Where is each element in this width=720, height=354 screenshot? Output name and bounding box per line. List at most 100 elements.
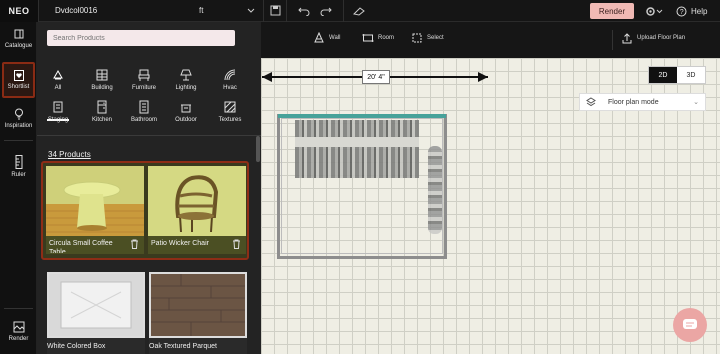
tool-label: Wall [329, 35, 341, 41]
category-all[interactable]: All [40, 68, 76, 98]
wall-icon [314, 32, 324, 43]
category-label: All [54, 85, 62, 91]
category-textures[interactable]: Textures [212, 100, 248, 130]
category-building[interactable]: Building [84, 68, 120, 98]
product-card[interactable]: Oak Textured Parquet [149, 272, 247, 354]
category-kitchen[interactable]: Kitchen [84, 100, 120, 130]
rail-item-inspiration[interactable]: Inspiration [0, 108, 37, 129]
white-box-thumbnail [47, 272, 145, 338]
product-name: White Colored Box [47, 343, 106, 350]
chat-button[interactable] [673, 308, 707, 342]
category-bathroom[interactable]: Bathroom [126, 100, 162, 130]
category-label: Kitchen [91, 117, 112, 123]
select-icon [412, 33, 422, 43]
kitchen-icon [97, 100, 107, 114]
chevron-down-icon [247, 8, 255, 13]
render-button[interactable]: Render [590, 3, 634, 19]
unit-value: ft [199, 6, 204, 15]
view-2d-button[interactable]: 2D [649, 67, 677, 83]
trash-icon[interactable] [232, 239, 241, 249]
room-inner-wall [281, 118, 443, 254]
save-icon[interactable] [264, 0, 286, 22]
rail-item-label: Shortlist [7, 84, 30, 90]
textures-icon [224, 101, 236, 113]
rail-item-shortlist[interactable]: Shortlist [2, 62, 35, 98]
divider [4, 140, 33, 141]
all-icon [53, 69, 63, 80]
help-button[interactable]: ? Help [676, 3, 707, 19]
product-count-link[interactable]: 34 Products [48, 150, 91, 159]
trash-icon[interactable] [130, 239, 139, 249]
layers-icon [586, 97, 596, 107]
eraser-icon[interactable] [348, 0, 370, 22]
dimension-label[interactable]: 20' 4" [362, 70, 390, 84]
chevron-down-icon [656, 9, 663, 13]
bathroom-icon [139, 100, 149, 114]
tool-label: Room [378, 35, 395, 41]
hvac-icon [224, 69, 236, 81]
unit-selector[interactable]: ft [191, 0, 263, 22]
dimension-arrow-right [478, 72, 488, 82]
rail-item-label: Catalogue [4, 43, 33, 49]
panel-scrollbar[interactable] [256, 136, 260, 162]
rail-item-catalogue[interactable]: Catalogue [0, 28, 37, 49]
product-name: Oak Textured Parquet [149, 343, 217, 350]
lamp-icon [180, 69, 192, 81]
category-label: Building [91, 85, 113, 91]
product-card[interactable]: Patio Wicker Chair [148, 166, 246, 254]
help-icon: ? [676, 6, 687, 16]
category-label: Textures [218, 117, 242, 123]
search-input[interactable] [47, 30, 235, 46]
category-label: Lighting [175, 85, 197, 91]
app-window: NEO Dvdcol0016 ft Render ? Help Catalogu… [0, 0, 720, 354]
product-card[interactable]: White Colored Box [47, 272, 145, 354]
room-icon [362, 34, 374, 42]
undo-icon[interactable] [293, 0, 315, 22]
rail-item-label: Ruler [11, 172, 26, 178]
ruler-icon [15, 155, 22, 169]
product-card[interactable]: Circula Small Coffee Table [46, 166, 144, 254]
rail-item-ruler[interactable]: Ruler [0, 155, 37, 178]
outdoor-icon [181, 104, 191, 113]
settings-menu[interactable] [645, 3, 663, 19]
tool-room[interactable]: Room [362, 32, 394, 44]
category-lighting[interactable]: Lighting [168, 68, 204, 98]
tool-label: Select [427, 35, 444, 41]
product-name: Patio Wicker Chair [151, 240, 209, 247]
tool-wall[interactable]: Wall [313, 32, 340, 44]
tool-select[interactable]: Select [411, 32, 444, 44]
selected-wall[interactable] [278, 114, 446, 118]
category-hvac[interactable]: Hvac [212, 68, 248, 98]
wicker-chair-thumbnail [148, 166, 246, 236]
divider [37, 135, 261, 136]
render-icon [13, 321, 24, 333]
rail-item-label: Render [8, 336, 29, 342]
catalogue-icon [14, 29, 23, 39]
left-rail: Catalogue Shortlist Inspiration Ruler Re… [0, 22, 37, 354]
rail-item-render[interactable]: Render [0, 321, 37, 342]
lightbulb-icon [14, 108, 23, 120]
shortlist-group: Circula Small Coffee Table Patio Wicker … [41, 161, 249, 260]
gear-icon [646, 6, 655, 16]
project-name[interactable]: Dvdcol0016 [55, 6, 151, 15]
category-furniture[interactable]: Furniture [126, 68, 162, 98]
product-name: Circula Small Coffee Table [49, 240, 113, 253]
svg-text:?: ? [680, 9, 684, 16]
canvas-toolbar: Wall Room Select Upload Floor Plan [261, 22, 720, 58]
divider [4, 308, 33, 309]
redo-icon[interactable] [315, 0, 337, 22]
upload-floor-plan-button[interactable]: Upload Floor Plan [621, 32, 685, 44]
category-label: Furniture [131, 85, 156, 91]
view-3d-button[interactable]: 3D [677, 67, 705, 83]
app-logo[interactable]: NEO [0, 0, 38, 22]
category-label: Bathroom [130, 117, 157, 123]
chair-icon [138, 69, 150, 81]
divider [612, 30, 613, 50]
divider [343, 0, 344, 22]
view-toggle: 2D 3D [648, 66, 706, 84]
tool-label: Upload Floor Plan [637, 35, 686, 41]
category-staging[interactable]: Staging [40, 100, 76, 130]
chevron-down-icon: ⌄ [693, 99, 699, 106]
mode-dropdown[interactable]: Floor plan mode ⌄ [579, 93, 706, 111]
category-outdoor[interactable]: Outdoor [168, 100, 204, 130]
